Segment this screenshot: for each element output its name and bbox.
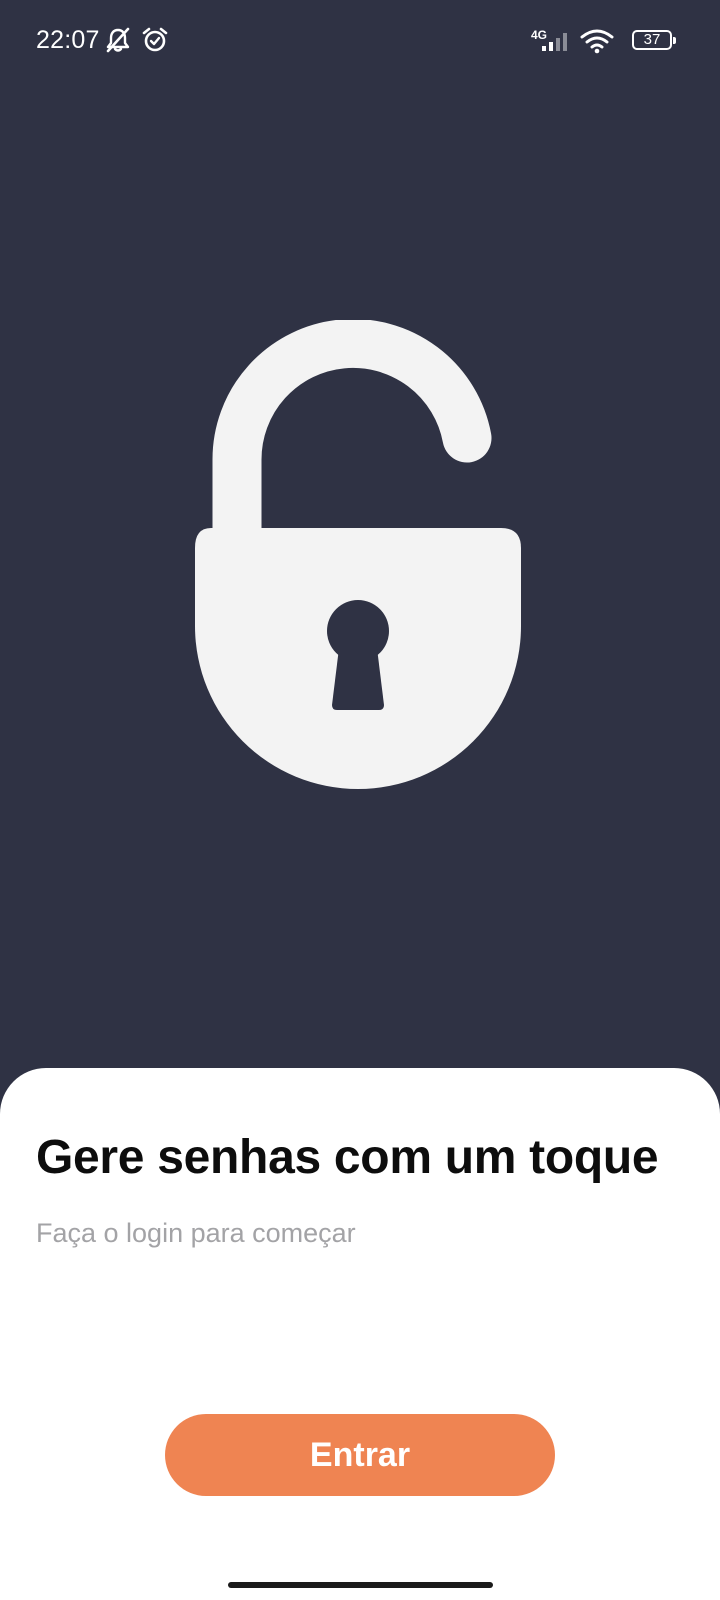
wifi-icon — [580, 29, 614, 54]
welcome-subtitle: Faça o login para começar — [36, 1218, 356, 1248]
unlocked-padlock-icon — [193, 318, 523, 790]
enter-button[interactable]: Entrar — [165, 1414, 555, 1496]
status-bar: 22:07 4G 37 — [0, 0, 720, 84]
battery-icon: 37 — [632, 30, 676, 50]
signal-icon — [542, 33, 567, 51]
home-indicator[interactable] — [228, 1582, 493, 1588]
battery-level: 37 — [643, 31, 661, 48]
welcome-title: Gere senhas com um toque — [36, 1131, 659, 1184]
mute-icon — [106, 27, 130, 53]
status-time: 22:07 — [36, 26, 100, 54]
alarm-icon — [142, 27, 168, 52]
